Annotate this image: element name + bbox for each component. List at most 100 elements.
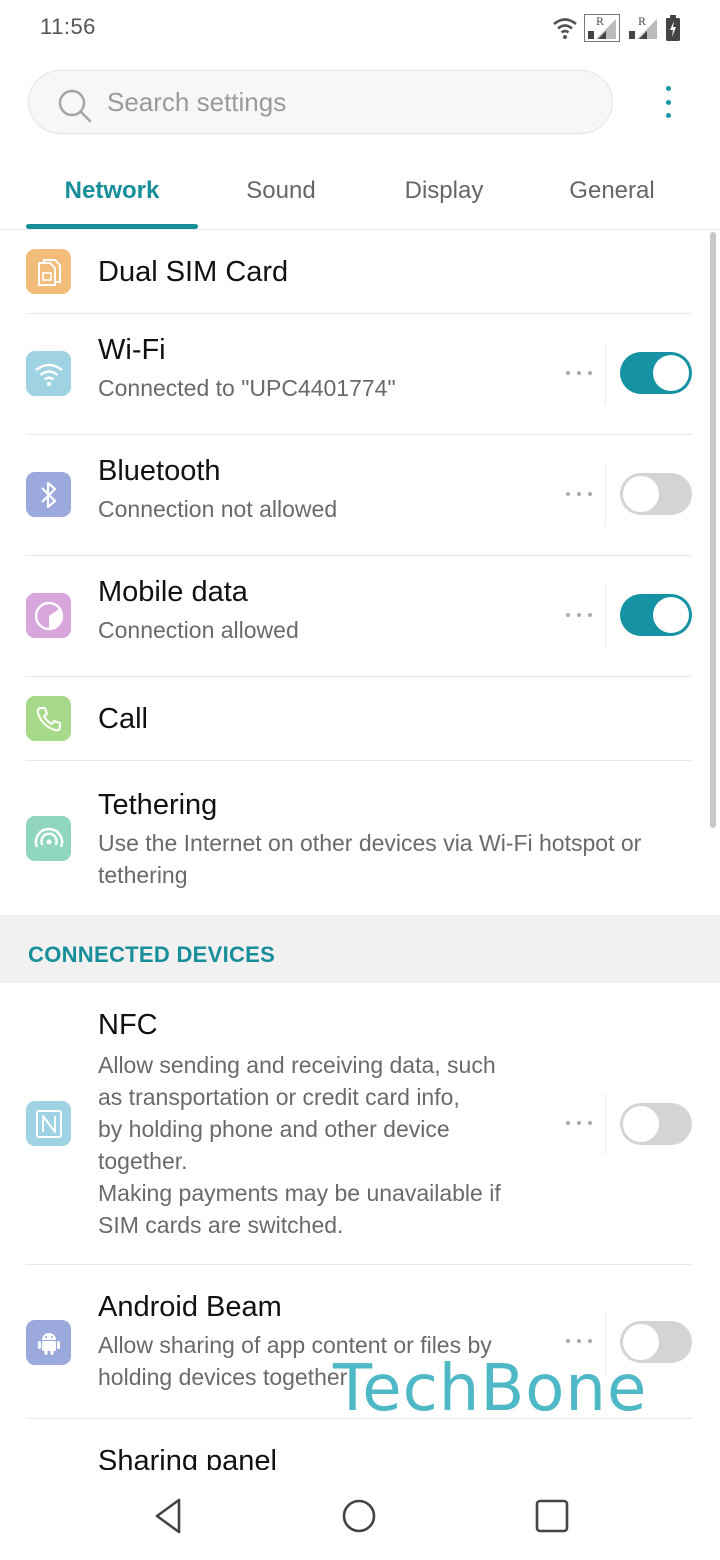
separator — [605, 343, 606, 405]
toggle-knob — [621, 1104, 661, 1144]
item-subtitle-line: Allow sending and receiving data, such — [98, 1052, 496, 1078]
item-subtitle: Use the Internet on other devices via Wi… — [98, 830, 642, 888]
tab-sound[interactable]: Sound — [198, 158, 364, 230]
dot-icon — [566, 1339, 570, 1343]
dot-icon — [588, 1339, 592, 1343]
status-icons: R R — [552, 14, 680, 42]
item-title: Wi-Fi — [98, 334, 166, 366]
list-item-bluetooth[interactable]: Bluetooth Connection not allowed — [0, 435, 720, 556]
back-icon — [155, 1498, 181, 1534]
android-beam-more-button[interactable] — [566, 1337, 592, 1345]
search-input[interactable] — [107, 71, 587, 133]
separator — [605, 464, 606, 526]
dot-icon — [588, 492, 592, 496]
separator — [605, 585, 606, 647]
recents-icon — [535, 1499, 569, 1533]
mobile-data-more-button[interactable] — [566, 611, 592, 619]
list-item-wifi[interactable]: Wi-Fi Connected to "UPC4401774" — [0, 314, 720, 435]
nfc-icon — [26, 1101, 71, 1146]
item-subtitle-line: Making payments may be unavailable if — [98, 1180, 501, 1206]
mobile-data-toggle[interactable] — [620, 594, 692, 636]
separator — [605, 1313, 606, 1375]
nfc-more-button[interactable] — [566, 1119, 592, 1127]
dot-icon — [577, 371, 581, 375]
bluetooth-more-button[interactable] — [566, 490, 592, 498]
item-subtitle: Connection not allowed — [98, 496, 338, 522]
dot-icon — [566, 371, 570, 375]
dot-icon — [566, 613, 570, 617]
list-item-call[interactable]: Call — [0, 677, 720, 761]
home-icon — [342, 1499, 376, 1533]
mobile-data-icon — [26, 593, 71, 638]
item-title: Dual SIM Card — [98, 256, 289, 288]
tab-bar: Network Sound Display General — [0, 158, 720, 230]
more-dot-icon — [665, 99, 671, 105]
list-item-nfc[interactable]: NFC Allow sending and receiving data, su… — [0, 983, 720, 1265]
tab-display[interactable]: Display — [364, 158, 524, 230]
dot-icon — [588, 613, 592, 617]
sim2-signal-roaming-icon: R — [629, 17, 657, 39]
item-subtitle-line: SIM cards are switched. — [98, 1212, 344, 1238]
item-subtitle: Connection allowed — [98, 617, 299, 643]
hotspot-icon — [26, 816, 71, 861]
toggle-knob — [653, 597, 689, 633]
bluetooth-icon — [26, 472, 71, 517]
active-tab-indicator — [26, 224, 198, 229]
item-title: Android Beam — [98, 1291, 282, 1323]
dot-icon — [566, 1121, 570, 1125]
dot-icon — [588, 1121, 592, 1125]
wifi-icon — [553, 18, 577, 39]
section-header-connected-devices: CONNECTED DEVICES — [0, 915, 720, 983]
wifi-more-button[interactable] — [566, 369, 592, 377]
more-dot-icon — [665, 86, 671, 91]
toggle-knob — [653, 355, 689, 391]
item-title: Call — [98, 703, 148, 735]
item-title: Bluetooth — [98, 455, 221, 487]
roaming-label: R — [638, 17, 646, 28]
phone-icon — [26, 696, 71, 741]
recents-button[interactable] — [527, 1492, 575, 1540]
search-row — [28, 70, 708, 134]
back-button[interactable] — [145, 1492, 193, 1540]
dot-icon — [577, 1339, 581, 1343]
tab-general[interactable]: General — [524, 158, 700, 230]
android-beam-toggle[interactable] — [620, 1321, 692, 1363]
battery-charging-icon — [666, 15, 680, 41]
wifi-toggle[interactable] — [620, 352, 692, 394]
dot-icon — [566, 492, 570, 496]
list-item-android-beam[interactable]: Android Beam Allow sharing of app conten… — [0, 1265, 720, 1419]
sim1-signal-roaming-icon: R — [584, 14, 620, 42]
bluetooth-toggle[interactable] — [620, 473, 692, 515]
item-title: NFC — [98, 1009, 158, 1041]
item-subtitle-line: as transportation or credit card info, — [98, 1084, 460, 1110]
item-subtitle: Connected to "UPC4401774" — [98, 375, 396, 401]
dot-icon — [577, 492, 581, 496]
item-subtitle-line: together. — [98, 1148, 188, 1174]
tab-network[interactable]: Network — [26, 158, 198, 230]
item-title: Tethering — [98, 789, 218, 821]
nfc-toggle[interactable] — [620, 1103, 692, 1145]
status-time: 11:56 — [40, 14, 96, 39]
android-icon — [26, 1320, 71, 1365]
section-title: CONNECTED DEVICES — [28, 942, 276, 967]
wifi-icon — [26, 351, 71, 396]
more-dot-icon — [665, 113, 671, 118]
search-icon — [58, 89, 92, 123]
scrollbar[interactable] — [710, 232, 716, 828]
item-subtitle-line: by holding phone and other device — [98, 1116, 450, 1142]
toggle-knob — [621, 474, 661, 514]
roaming-label: R — [596, 17, 604, 28]
list-item-tethering[interactable]: Tethering Use the Internet on other devi… — [0, 761, 720, 915]
settings-list: Dual SIM Card Wi-Fi Connected to "UPC440… — [0, 230, 720, 1499]
sim-card-icon — [26, 249, 71, 294]
more-options-button[interactable] — [648, 80, 688, 124]
item-subtitle: Allow sharing of app content or files by… — [98, 1332, 492, 1390]
list-item-mobile-data[interactable]: Mobile data Connection allowed — [0, 556, 720, 677]
separator — [605, 1093, 606, 1155]
dot-icon — [588, 371, 592, 375]
home-button[interactable] — [335, 1492, 383, 1540]
toggle-knob — [621, 1322, 661, 1362]
list-item-dual-sim[interactable]: Dual SIM Card — [0, 230, 720, 314]
status-bar: 11:56 R R — [0, 0, 720, 56]
search-box[interactable] — [28, 70, 613, 134]
